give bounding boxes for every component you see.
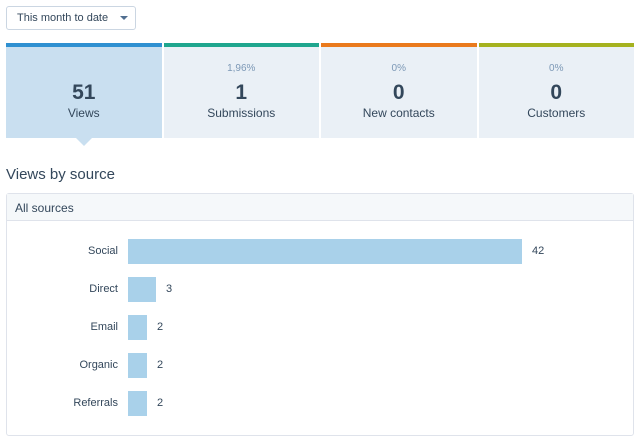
period-select[interactable]: This month to date (6, 6, 136, 30)
bar-row: Social 42 (7, 239, 635, 264)
bar-category-label: Direct (89, 283, 118, 295)
kpi-percent: 0% (391, 63, 406, 74)
bar-category-label: Organic (79, 359, 118, 371)
bar-value-label: 2 (157, 397, 164, 409)
bar[interactable] (128, 353, 147, 378)
active-card-pointer (76, 138, 92, 146)
bar-category-label: Social (88, 245, 118, 257)
bar-value-label: 42 (532, 245, 545, 257)
views-by-source-chart: Social 42 Direct 3 Email 2 Organic 2 Referrals 2 (7, 194, 635, 437)
bar[interactable] (128, 391, 147, 416)
bar-row: Referrals 2 (7, 391, 635, 416)
kpi-label: Views (67, 106, 100, 120)
kpi-row: 51 Views 1,96% 1 Submissions 0% 0 New co… (6, 43, 634, 138)
kpi-percent: 0% (549, 63, 564, 74)
bar-row: Direct 3 (7, 277, 635, 302)
bar[interactable] (128, 239, 522, 264)
kpi-value: 1 (235, 81, 248, 104)
bar-category-label: Referrals (73, 397, 118, 409)
kpi-card-new-contacts[interactable]: 0% 0 New contacts (321, 43, 477, 138)
kpi-percent: 1,96% (227, 63, 256, 74)
bar-row: Email 2 (7, 315, 635, 340)
period-select-value: This month to date (17, 12, 109, 24)
bar-value-label: 3 (166, 283, 173, 295)
kpi-value: 0 (550, 81, 563, 104)
bar-row: Organic 2 (7, 353, 635, 378)
kpi-card-customers[interactable]: 0% 0 Customers (478, 43, 634, 138)
bar[interactable] (128, 277, 156, 302)
kpi-label: Customers (527, 106, 586, 120)
kpi-value: 0 (392, 81, 405, 104)
bar-category-label: Email (90, 321, 118, 333)
kpi-card-views[interactable]: 51 Views (6, 43, 162, 138)
bar-value-label: 2 (157, 359, 164, 371)
kpi-label: New contacts (362, 106, 435, 120)
kpi-card-submissions[interactable]: 1,96% 1 Submissions (163, 43, 319, 138)
section-title: Views by source (6, 166, 115, 183)
views-by-source-panel: All sources Social 42 Direct 3 Email 2 Organic… (6, 193, 634, 436)
kpi-label: Submissions (207, 106, 276, 120)
bar-value-label: 2 (157, 321, 164, 333)
chevron-down-icon (120, 16, 128, 20)
bar[interactable] (128, 315, 147, 340)
kpi-value: 51 (72, 81, 96, 104)
